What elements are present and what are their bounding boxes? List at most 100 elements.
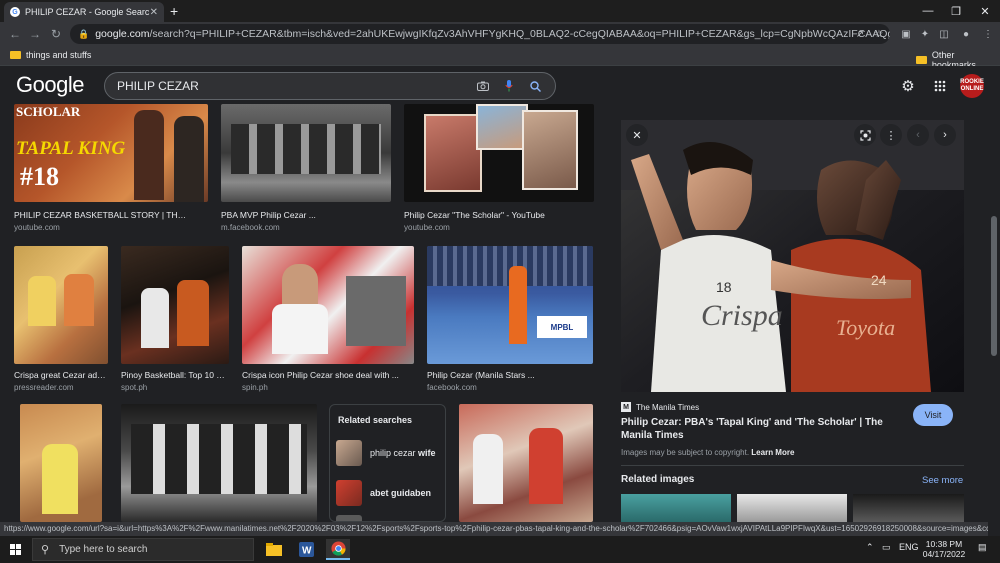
clock-date: 04/17/2022: [922, 549, 966, 559]
related-search-item[interactable]: philip cezar wife: [336, 439, 444, 467]
previous-image-icon[interactable]: ‹: [907, 124, 929, 146]
minimize-button[interactable]: —: [913, 0, 943, 22]
result-thumbnail[interactable]: [121, 246, 229, 364]
image-result[interactable]: Pinoy Basketball: Top 10 Pl... spot.ph: [121, 246, 229, 396]
result-thumbnail[interactable]: [14, 246, 108, 364]
tray-expand-icon[interactable]: ⌃: [866, 542, 874, 553]
result-thumbnail[interactable]: [459, 404, 593, 522]
back-icon[interactable]: ←: [6, 25, 24, 43]
result-caption[interactable]: PHILIP CEZAR BASKETBALL STORY | THE ...: [14, 210, 189, 220]
result-caption[interactable]: Philip Cezar (Manila Stars ...: [427, 370, 591, 380]
close-preview-icon[interactable]: ✕: [626, 124, 648, 146]
url-host: google.com: [95, 28, 150, 40]
share-icon[interactable]: ↗: [852, 26, 868, 42]
bookmarks-bar: things and stuffs Other bookmarks: [0, 46, 1000, 70]
result-caption[interactable]: Pinoy Basketball: Top 10 Pl...: [121, 370, 227, 380]
word-app-icon[interactable]: W: [294, 539, 318, 560]
windows-taskbar: ⚲ Type here to search W ⌃ ▭ ENG 10:38 PM…: [0, 536, 1000, 563]
result-caption[interactable]: PBA MVP Philip Cezar ...: [221, 210, 386, 220]
google-logo[interactable]: Google: [16, 72, 84, 98]
related-search-item[interactable]: abet guidaben: [336, 479, 444, 507]
side-panel-icon[interactable]: ◫: [936, 26, 952, 42]
image-result[interactable]: Crispa great Cezar advi... pressreader.c…: [14, 246, 108, 396]
image-result[interactable]: [459, 404, 593, 522]
taskbar-clock[interactable]: 10:38 PM 04/17/2022: [920, 539, 968, 559]
lens-search-icon[interactable]: [854, 124, 876, 146]
bookmark-star-icon[interactable]: ☆: [871, 26, 887, 42]
taskbar-search-box[interactable]: ⚲ Type here to search: [32, 538, 254, 561]
bookmark-folder-things[interactable]: things and stuffs: [10, 50, 91, 60]
result-thumbnail[interactable]: MPBL: [427, 246, 593, 364]
file-explorer-icon[interactable]: [262, 539, 286, 560]
extension-icon[interactable]: ▣: [898, 26, 914, 42]
notifications-icon[interactable]: ▤: [978, 542, 987, 553]
result-caption[interactable]: Crispa icon Philip Cezar shoe deal with …: [242, 370, 412, 380]
result-thumbnail[interactable]: SCHOLAR TAPAL KING #18: [14, 104, 208, 202]
image-result[interactable]: [20, 404, 102, 522]
preview-image[interactable]: Crispa 18 24 Toyota: [621, 120, 964, 392]
account-avatar[interactable]: ROOKIE ONLINE: [960, 74, 984, 98]
related-search-label: abet guidaben: [370, 488, 432, 498]
image-result[interactable]: [121, 404, 317, 522]
settings-gear-icon[interactable]: ⚙: [898, 76, 918, 96]
profile-avatar-icon[interactable]: ●: [958, 26, 974, 42]
result-source: youtube.com: [14, 223, 60, 232]
tab-google-search[interactable]: G PHILIP CEZAR - Google Search ✕: [4, 2, 164, 22]
image-results-grid: SCHOLAR TAPAL KING #18 PHILIP CEZAR BASK…: [0, 104, 604, 522]
new-tab-button[interactable]: +: [170, 3, 178, 19]
next-image-icon[interactable]: ›: [934, 124, 956, 146]
scrollbar-thumb[interactable]: [991, 216, 997, 356]
related-image-thumbnail[interactable]: [621, 494, 731, 522]
result-thumbnail[interactable]: [221, 104, 391, 202]
related-image-thumbnail[interactable]: [737, 494, 847, 522]
related-image-thumbnail[interactable]: [853, 494, 964, 522]
result-thumbnail[interactable]: [404, 104, 594, 202]
result-source: youtube.com: [404, 223, 450, 232]
network-icon[interactable]: ▭: [882, 542, 891, 553]
reload-icon[interactable]: ↻: [47, 25, 65, 43]
copyright-note: Images may be subject to copyright. Lear…: [621, 448, 795, 457]
related-search-thumbnail: [336, 440, 362, 466]
learn-more-link[interactable]: Learn More: [751, 448, 794, 457]
search-input[interactable]: PHILIP CEZAR: [117, 79, 465, 93]
apps-grid-icon[interactable]: [930, 76, 950, 96]
result-caption[interactable]: Crispa great Cezar advi...: [14, 370, 106, 380]
chrome-app-icon[interactable]: [326, 539, 350, 560]
newspaper-favicon-icon: M: [621, 402, 631, 412]
camera-icon[interactable]: [475, 78, 491, 94]
window-close-button[interactable]: ✕: [970, 0, 1000, 22]
image-result[interactable]: Philip Cezar "The Scholar" - YouTube you…: [404, 104, 594, 234]
more-options-icon[interactable]: ⋮: [880, 124, 902, 146]
tab-close-icon[interactable]: ✕: [150, 7, 158, 18]
language-indicator[interactable]: ENG: [899, 542, 919, 552]
page-scrollbar[interactable]: [988, 66, 1000, 522]
restore-button[interactable]: ❐: [941, 0, 971, 22]
result-thumbnail[interactable]: [242, 246, 414, 364]
tab-title: PHILIP CEZAR - Google Search: [25, 7, 150, 17]
microphone-icon[interactable]: [501, 78, 517, 94]
preview-title-link[interactable]: Philip Cezar: PBA's 'Tapal King' and 'Th…: [621, 416, 901, 442]
image-result[interactable]: MPBL Philip Cezar (Manila Stars ... face…: [427, 246, 593, 396]
browser-menu-icon[interactable]: ⋮: [980, 26, 996, 42]
result-caption[interactable]: Philip Cezar "The Scholar" - YouTube: [404, 210, 589, 220]
related-searches-card: Related searches philip cezar wife abet …: [329, 404, 446, 522]
result-thumbnail[interactable]: [121, 404, 317, 522]
bookmark-label: things and stuffs: [26, 50, 92, 60]
extensions-puzzle-icon[interactable]: ✦: [917, 26, 933, 42]
forward-icon[interactable]: →: [26, 25, 44, 43]
result-thumbnail[interactable]: [20, 404, 102, 522]
see-more-link[interactable]: See more: [922, 475, 963, 486]
image-result[interactable]: SCHOLAR TAPAL KING #18 PHILIP CEZAR BASK…: [14, 104, 208, 234]
image-result[interactable]: PBA MVP Philip Cezar ... m.facebook.com: [221, 104, 391, 234]
image-result[interactable]: Crispa icon Philip Cezar shoe deal with …: [242, 246, 414, 396]
windows-start-icon[interactable]: [10, 544, 21, 555]
search-box[interactable]: PHILIP CEZAR: [104, 72, 556, 100]
visit-button[interactable]: Visit: [913, 404, 953, 426]
result-source: spin.ph: [242, 383, 268, 392]
address-bar[interactable]: 🔒 google.com/search?q=PHILIP+CEZAR&tbm=i…: [70, 24, 890, 44]
thumbnail-overlay-text: TAPAL KING: [16, 138, 126, 159]
google-favicon-icon: G: [10, 7, 20, 17]
preview-source[interactable]: M The Manila Times: [621, 402, 699, 412]
folder-icon: [10, 51, 21, 59]
search-icon[interactable]: [527, 78, 543, 94]
